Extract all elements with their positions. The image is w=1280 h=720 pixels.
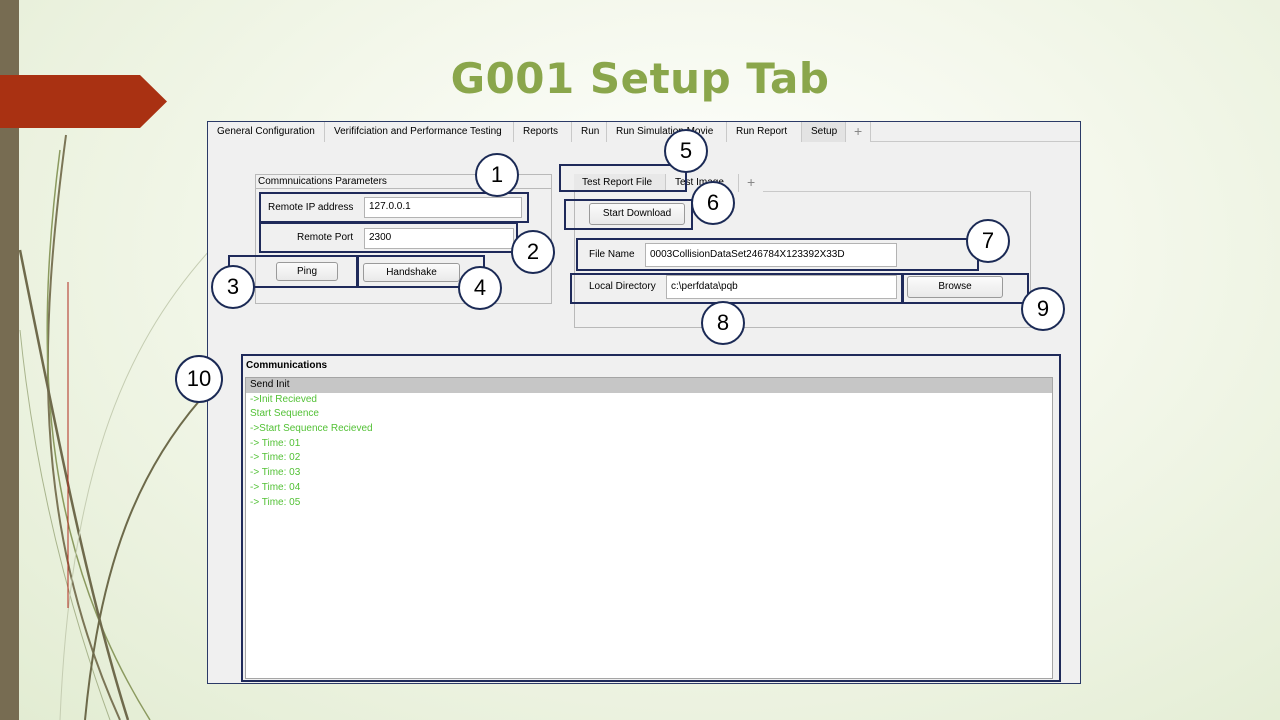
- callout-2: 2: [511, 230, 555, 274]
- log-row: -> Time: 05: [250, 496, 301, 508]
- tab-verification-performance-testing[interactable]: Verififciation and Performance Testing: [325, 122, 514, 142]
- tab-run-report[interactable]: Run Report: [727, 122, 802, 142]
- communications-title: Communications: [246, 360, 328, 371]
- log-row: Send Init: [246, 378, 1052, 393]
- log-row: -> Time: 02: [250, 452, 301, 464]
- callout-box-browse: [902, 273, 1029, 304]
- communications-log[interactable]: Send Init ->Init Recieved Start Sequence…: [245, 377, 1053, 679]
- callout-3: 3: [211, 265, 255, 309]
- callout-box-remote-ip: [259, 192, 529, 223]
- callout-6: 6: [691, 181, 735, 225]
- callout-box-file-name: [576, 238, 979, 271]
- tab-setup[interactable]: Setup: [802, 122, 846, 142]
- comm-params-title: Commnuications Parameters: [258, 176, 387, 187]
- callout-1: 1: [475, 153, 519, 197]
- tab-run[interactable]: Run: [572, 122, 607, 142]
- callout-7: 7: [966, 219, 1010, 263]
- callout-8: 8: [701, 301, 745, 345]
- callout-box-remote-port: [259, 222, 518, 253]
- tab-general-configuration[interactable]: General Configuration: [208, 122, 325, 142]
- callout-box-local-directory: [570, 273, 903, 304]
- slide-title: G001 Setup Tab: [450, 54, 830, 103]
- main-tab-bar: General Configuration Verififciation and…: [208, 122, 1080, 142]
- log-row: -> Time: 03: [250, 467, 301, 479]
- callout-9: 9: [1021, 287, 1065, 331]
- callout-box-test-report-file: [559, 164, 687, 192]
- log-row: ->Start Sequence Recieved: [250, 423, 373, 435]
- callout-4: 4: [458, 266, 502, 310]
- add-tab-icon[interactable]: +: [846, 122, 872, 142]
- setup-app-window: General Configuration Verififciation and…: [207, 121, 1081, 684]
- log-row: -> Time: 04: [250, 481, 301, 493]
- callout-5: 5: [664, 129, 708, 173]
- add-report-tab-icon[interactable]: +: [739, 174, 764, 192]
- callout-10: 10: [175, 355, 223, 403]
- tab-reports[interactable]: Reports: [514, 122, 572, 142]
- log-row: Start Sequence: [250, 408, 319, 420]
- log-row: ->Init Recieved: [250, 393, 317, 405]
- callout-box-start-download: [564, 199, 693, 230]
- log-row: -> Time: 01: [250, 437, 301, 449]
